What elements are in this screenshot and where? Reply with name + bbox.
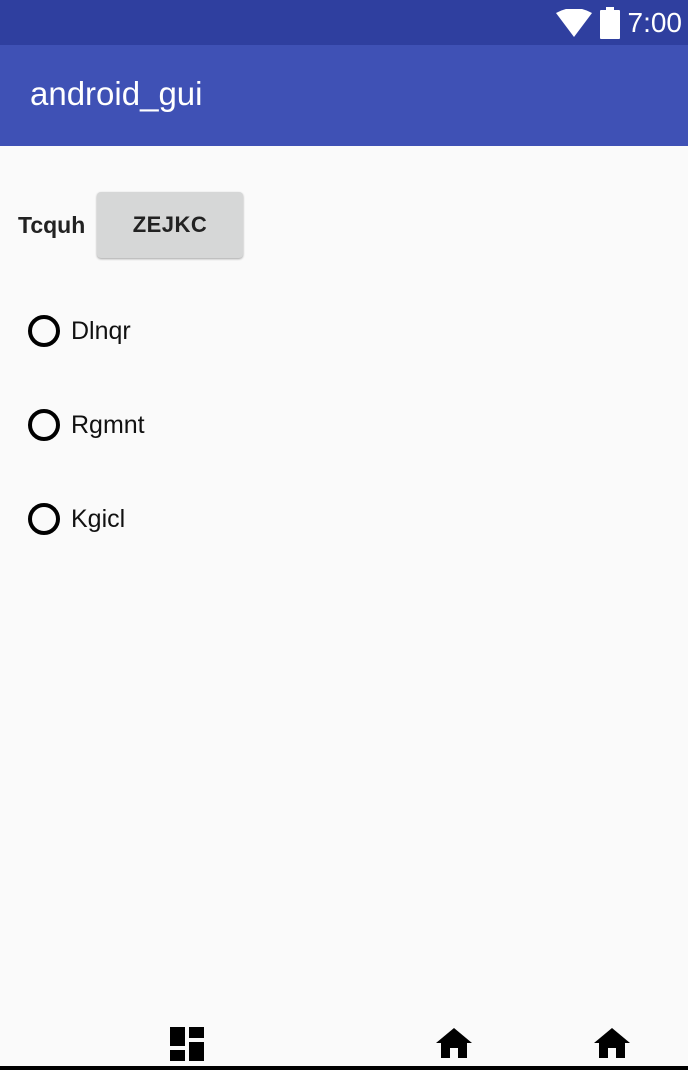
status-time: 7:00 bbox=[627, 6, 683, 38]
radio-button[interactable] bbox=[28, 409, 60, 441]
radio-label: Kgicl bbox=[71, 504, 126, 533]
form-row: Tcquh ZEJKC bbox=[18, 192, 243, 258]
battery-icon bbox=[599, 6, 620, 39]
radio-option-dlnqr[interactable]: Dlnqr bbox=[28, 315, 131, 347]
home-icon[interactable] bbox=[594, 1028, 630, 1058]
zejkc-button[interactable]: ZEJKC bbox=[97, 192, 243, 258]
app-title: android_gui bbox=[30, 75, 203, 112]
radio-option-rgmnt[interactable]: Rgmnt bbox=[28, 409, 145, 441]
home-icon[interactable] bbox=[436, 1028, 472, 1058]
wifi-icon bbox=[555, 8, 592, 37]
radio-option-kgicl[interactable]: Kgicl bbox=[28, 503, 125, 535]
tcquh-label: Tcquh bbox=[18, 211, 86, 238]
radio-label: Rgmnt bbox=[71, 410, 145, 439]
status-indicators: 7:00 bbox=[555, 0, 683, 45]
dashboard-icon[interactable] bbox=[170, 1027, 204, 1061]
navigation-bar bbox=[0, 1020, 688, 1070]
app-bar: android_gui bbox=[0, 45, 688, 146]
nav-divider bbox=[0, 1066, 688, 1070]
radio-label: Dlnqr bbox=[71, 316, 131, 345]
status-bar: 7:00 bbox=[0, 0, 688, 45]
radio-button[interactable] bbox=[28, 315, 60, 347]
radio-button[interactable] bbox=[28, 503, 60, 535]
